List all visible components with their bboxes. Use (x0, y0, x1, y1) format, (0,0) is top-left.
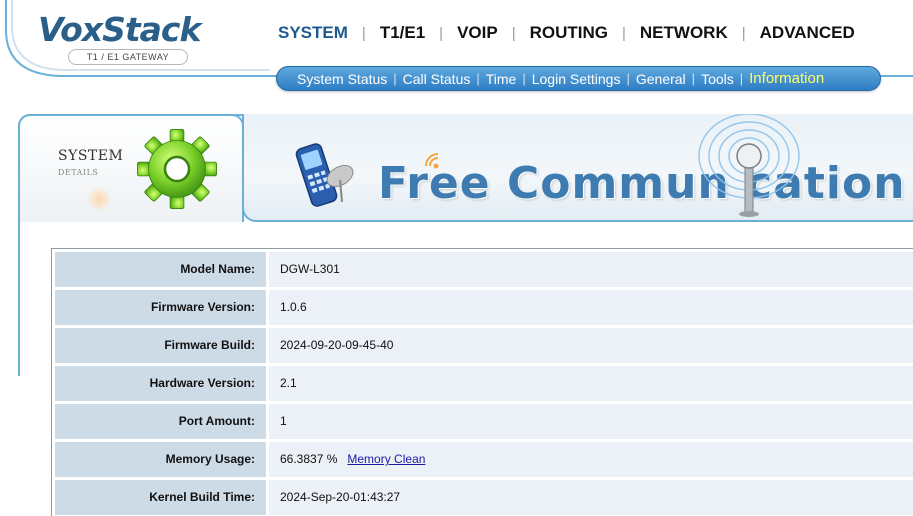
logo[interactable]: VoxStack T1 / E1 GATEWAY (38, 12, 218, 67)
subnav-system-status[interactable]: System Status (293, 71, 391, 87)
memory-clean-link[interactable]: Memory Clean (347, 452, 425, 466)
table-row: Memory Usage: 66.3837 % Memory Clean (52, 439, 913, 477)
hardware-version-label: Hardware Version: (55, 366, 266, 401)
firmware-version-label: Firmware Version: (55, 290, 266, 325)
hardware-version-value: 2.1 (269, 366, 913, 401)
subnav-separator: | (691, 71, 696, 86)
mobile-phone-icon (295, 143, 354, 207)
memory-usage-value: 66.3837 % (280, 452, 338, 466)
memory-usage-cell: 66.3837 % Memory Clean (269, 442, 913, 477)
table-row: Kernel Build Time: 2024-Sep-20-01:43:27 (52, 477, 913, 515)
kernel-build-time-label: Kernel Build Time: (55, 480, 266, 515)
antenna-icon (698, 114, 800, 217)
subnav-login-settings[interactable]: Login Settings (528, 71, 625, 87)
nav-advanced[interactable]: ADVANCED (752, 23, 863, 43)
subnav-separator: | (522, 71, 526, 86)
table-row: Model Name: DGW-L301 (52, 249, 913, 287)
nav-voip[interactable]: VOIP (449, 23, 506, 43)
subnav-separator: | (393, 71, 397, 86)
subnav-separator: | (626, 71, 630, 86)
main-nav: SYSTEM | T1/E1 | VOIP | ROUTING | NETWOR… (270, 21, 863, 45)
memory-usage-label: Memory Usage: (55, 442, 266, 477)
firmware-build-label: Firmware Build: (55, 328, 266, 363)
subnav-time[interactable]: Time (482, 71, 521, 87)
nav-separator: | (741, 24, 746, 42)
glow-decoration (86, 186, 112, 212)
port-amount-value: 1 (269, 404, 913, 439)
gear-icon (137, 129, 217, 209)
kernel-build-time-value: 2024-Sep-20-01:43:27 (269, 480, 913, 515)
section-subtitle: DETAILS (58, 168, 99, 177)
nav-separator: | (439, 24, 444, 42)
nav-t1e1[interactable]: T1/E1 (372, 23, 433, 43)
table-row: Firmware Version: 1.0.6 (52, 287, 913, 325)
nav-routing[interactable]: ROUTING (522, 23, 616, 43)
logo-subtitle: T1 / E1 GATEWAY (68, 49, 188, 65)
section-title: SYSTEM (58, 148, 124, 164)
system-info-table: Model Name: DGW-L301 Firmware Version: 1… (51, 248, 913, 516)
subnav-general[interactable]: General (632, 71, 690, 87)
sub-nav: System Status | Call Status | Time | Log… (276, 66, 881, 91)
model-name-value: DGW-L301 (269, 252, 913, 287)
port-amount-label: Port Amount: (55, 404, 266, 439)
nav-separator: | (361, 24, 366, 42)
table-row: Hardware Version: 2.1 (52, 363, 913, 401)
nav-network[interactable]: NETWORK (632, 23, 736, 43)
firmware-build-value: 2024-09-20-09-45-40 (269, 328, 913, 363)
subnav-separator: | (739, 71, 744, 86)
subnav-call-status[interactable]: Call Status (399, 71, 475, 87)
banner-slogan: Free Commun cation (378, 158, 906, 209)
nav-separator: | (511, 24, 516, 42)
logo-text: VoxStack (38, 10, 201, 49)
subnav-separator: | (476, 71, 480, 86)
subnav-tools[interactable]: Tools (697, 71, 738, 87)
model-name-label: Model Name: (55, 252, 266, 287)
firmware-version-value: 1.0.6 (269, 290, 913, 325)
nav-system[interactable]: SYSTEM (270, 23, 356, 43)
page: VoxStack T1 / E1 GATEWAY SYSTEM | T1/E1 … (0, 0, 913, 516)
nav-separator: | (622, 24, 626, 42)
table-row: Firmware Build: 2024-09-20-09-45-40 (52, 325, 913, 363)
subnav-information[interactable]: Information (745, 70, 828, 87)
table-row: Port Amount: 1 (52, 401, 913, 439)
banner: Free Commun cation (242, 114, 913, 222)
